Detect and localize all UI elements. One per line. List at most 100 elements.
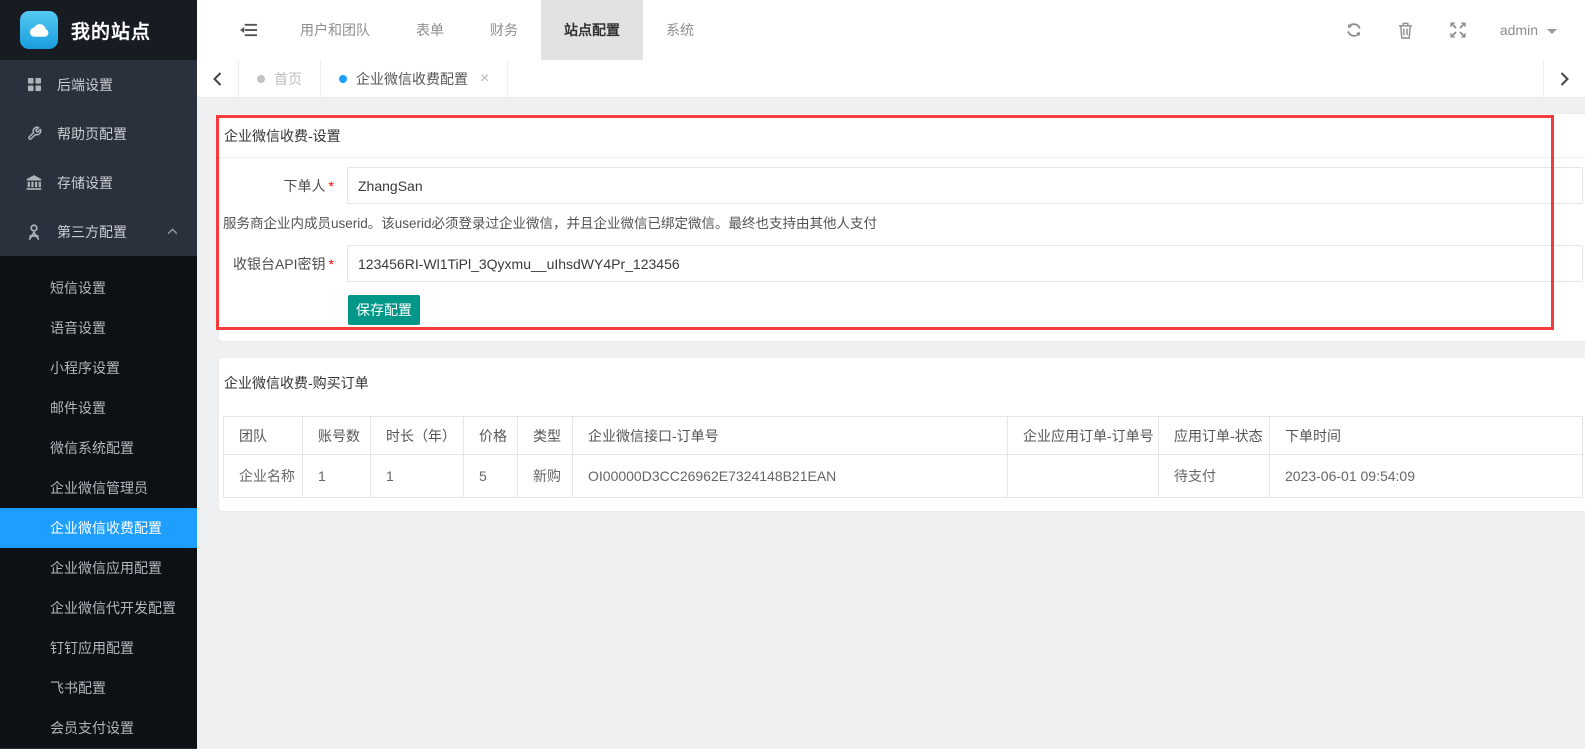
sidebar-submenu: 短信设置 语音设置 小程序设置 邮件设置 微信系统配置 企业微信管理员 企业微信… [0,256,197,748]
main-area: 用户和团队 表单 财务 站点配置 系统 [197,0,1585,749]
submenu-label: 邮件设置 [50,398,106,418]
sidebar-item-label: 存储设置 [57,173,113,193]
sidebar-item-feishu-config[interactable]: 飞书配置 [0,668,197,708]
col-app-order-status: 应用订单-状态 [1159,417,1270,455]
cashier-api-key-input[interactable] [347,245,1583,282]
required-asterisk: * [329,178,334,194]
orders-table-wrap: 团队 账号数 时长（年） 价格 类型 企业微信接口-订单号 企业应用订单-订单号… [219,406,1585,498]
close-icon[interactable]: × [480,71,489,87]
chevron-up-icon [167,228,178,235]
nav-item-forms[interactable]: 表单 [393,0,467,60]
orders-card-title: 企业微信收费-购买订单 [219,358,1585,406]
topbar-actions: admin [1328,0,1585,60]
sidebar-item-help-page-config[interactable]: 帮助页配置 [0,109,197,158]
sidebar-item-wecom-billing-config[interactable]: 企业微信收费配置 [0,508,197,548]
sidebar-menu: 后端设置 帮助页配置 [0,60,197,748]
sidebar-item-storage-settings[interactable]: 存储设置 [0,158,197,207]
submenu-label: 企业微信管理员 [50,478,148,498]
sidebar-item-label: 后端设置 [57,75,113,95]
sidebar-item-backend-settings[interactable]: 后端设置 [0,60,197,109]
nav-item-system[interactable]: 系统 [643,0,717,60]
menu-fold-icon[interactable] [219,0,277,60]
sidebar-item-voice-settings[interactable]: 语音设置 [0,308,197,348]
orderer-input[interactable] [347,167,1583,204]
settings-card: 企业微信收费-设置 下单人* 服务商企业内成员userid。该userid必须登… [218,113,1585,342]
brand-header: 我的站点 [0,0,197,60]
cell-order-time: 2023-06-01 09:54:09 [1270,455,1583,498]
grid-icon [25,77,43,92]
settings-form: 下单人* 服务商企业内成员userid。该userid必须登录过企业微信，并且企… [219,158,1585,325]
sidebar-item-miniprogram-settings[interactable]: 小程序设置 [0,348,197,388]
required-asterisk: * [329,256,334,272]
submenu-label: 企业微信应用配置 [50,558,162,578]
orderer-label: 下单人* [231,176,334,196]
chevron-left-icon[interactable] [197,60,239,97]
site-title: 我的站点 [71,17,151,44]
cashier-api-key-label: 收银台API密钥* [231,254,334,274]
sidebar-item-label: 第三方配置 [57,222,127,242]
cell-account-count: 1 [303,455,371,498]
submenu-label: 短信设置 [50,278,106,298]
person-icon [25,224,43,240]
cell-team: 企业名称 [224,455,303,498]
wrench-icon [25,126,43,141]
tab-status-dot [257,75,265,83]
submenu-label: 微信系统配置 [50,438,134,458]
settings-card-title: 企业微信收费-设置 [219,114,1585,158]
nav-item-site-config[interactable]: 站点配置 [541,0,643,60]
field-label-text: 收银台API密钥 [233,256,326,272]
user-menu[interactable]: admin [1484,0,1585,60]
page-content: 企业微信收费-设置 下单人* 服务商企业内成员userid。该userid必须登… [197,98,1585,749]
tab-status-dot [339,75,347,83]
sidebar: 我的站点 后端设置 帮助页配置 [0,0,197,749]
tab-wecom-billing-config[interactable]: 企业微信收费配置 × [321,60,508,97]
orderer-help-text: 服务商企业内成员userid。该userid必须登录过企业微信，并且企业微信已绑… [223,212,1583,232]
sidebar-item-third-party-config[interactable]: 第三方配置 [0,207,197,256]
nav-item-finance[interactable]: 财务 [467,0,541,60]
submenu-label: 企业微信收费配置 [50,518,162,538]
cell-wecom-api-order-no: OI00000D3CC26962E7324148B21EAN [573,455,1008,498]
sidebar-item-mail-settings[interactable]: 邮件设置 [0,388,197,428]
sidebar-item-dingtalk-app-config[interactable]: 钉钉应用配置 [0,628,197,668]
sidebar-item-wecom-app-config[interactable]: 企业微信应用配置 [0,548,197,588]
top-navbar: 用户和团队 表单 财务 站点配置 系统 [197,0,1585,60]
field-label-text: 下单人 [284,178,326,194]
col-wecom-api-order-no: 企业微信接口-订单号 [573,417,1008,455]
orders-table: 团队 账号数 时长（年） 价格 类型 企业微信接口-订单号 企业应用订单-订单号… [223,416,1583,498]
sidebar-item-wecom-admin[interactable]: 企业微信管理员 [0,468,197,508]
fullscreen-icon[interactable] [1432,0,1484,60]
chevron-right-icon[interactable] [1543,60,1585,97]
table-row: 企业名称 1 1 5 新购 OI00000D3CC26962E7324148B2… [224,455,1583,498]
orders-card: 企业微信收费-购买订单 团队 账号数 时长（年） 价格 [218,357,1585,512]
tab-bar: 首页 企业微信收费配置 × [197,60,1585,98]
cell-duration-years: 1 [371,455,464,498]
sidebar-item-member-payment-settings[interactable]: 会员支付设置 [0,708,197,748]
col-account-count: 账号数 [303,417,371,455]
submenu-label: 小程序设置 [50,358,120,378]
submenu-label: 飞书配置 [50,678,106,698]
username: admin [1500,22,1538,38]
tab-home[interactable]: 首页 [239,60,321,97]
cell-price: 5 [464,455,518,498]
submenu-label: 语音设置 [50,318,106,338]
cloud-icon [20,11,58,49]
caret-down-icon [1547,29,1557,34]
col-order-time: 下单时间 [1270,417,1583,455]
cell-app-order-no [1008,455,1159,498]
save-config-button[interactable]: 保存配置 [348,295,420,325]
tab-label: 企业微信收费配置 [356,69,468,89]
submenu-label: 钉钉应用配置 [50,638,134,658]
trash-icon[interactable] [1380,0,1432,60]
refresh-icon[interactable] [1328,0,1380,60]
cell-type: 新购 [518,455,573,498]
sidebar-item-wecom-dev-config[interactable]: 企业微信代开发配置 [0,588,197,628]
cell-app-order-status: 待支付 [1159,455,1270,498]
tab-label: 首页 [274,69,302,89]
submenu-label: 会员支付设置 [50,718,134,738]
nav-item-users-teams[interactable]: 用户和团队 [277,0,393,60]
orders-header-row: 团队 账号数 时长（年） 价格 类型 企业微信接口-订单号 企业应用订单-订单号… [224,417,1583,455]
sidebar-item-sms-settings[interactable]: 短信设置 [0,268,197,308]
sidebar-item-wechat-system-config[interactable]: 微信系统配置 [0,428,197,468]
col-app-order-no: 企业应用订单-订单号 [1008,417,1159,455]
col-type: 类型 [518,417,573,455]
